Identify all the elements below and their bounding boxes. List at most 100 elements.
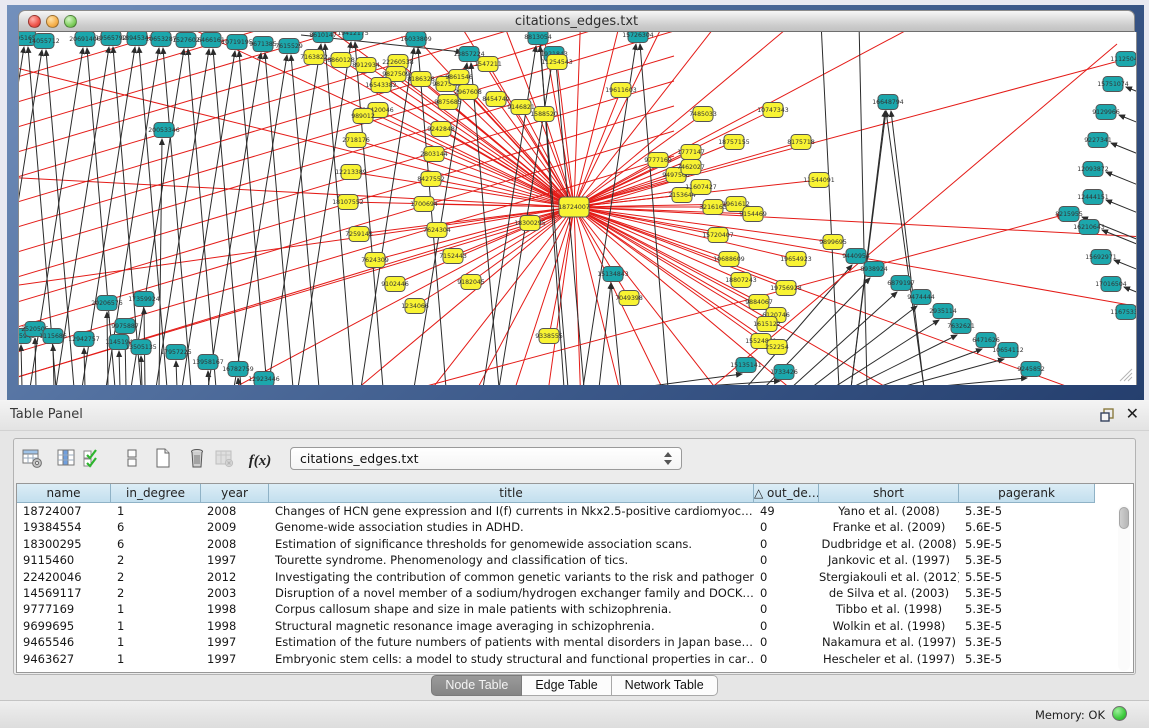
table-cell[interactable]: Estimation of the future numbers of pati… [269,634,754,650]
table-cell[interactable]: 1998 [201,618,269,634]
table-cell[interactable]: Estimation of significance thresholds fo… [269,536,754,552]
graph-node[interactable]: 1700694 [410,197,438,212]
table-cell[interactable]: 2008 [201,536,269,552]
graph-node[interactable]: 16033809 [400,32,432,47]
graph-node[interactable]: 9474444 [907,290,935,305]
table-row[interactable]: 1456911722003Disruption of a novel membe… [17,585,1133,601]
graph-node[interactable]: 989012 [351,109,375,124]
tab-node-table[interactable]: Node Table [431,675,522,696]
table-cell[interactable]: 1 [111,634,201,650]
table-cell[interactable]: 9463627 [17,651,111,667]
graph-node[interactable]: 10688609 [713,252,745,267]
table-scrollbar-thumb[interactable] [1119,507,1129,529]
graph-node[interactable]: 8938924 [860,262,888,277]
graph-node[interactable]: 9777169 [644,153,672,168]
graph-node[interactable]: 12093872 [1077,162,1109,177]
graph-node[interactable]: 7152443 [439,249,467,264]
graph-node[interactable]: 1234066 [401,299,429,314]
graph-node[interactable]: 1588520 [530,107,558,122]
graph-node[interactable]: 8454749 [482,92,510,107]
graph-node[interactable]: 9899695 [819,235,847,250]
graph-node[interactable]: 8175718 [787,135,815,150]
table-cell[interactable]: 19384554 [17,519,111,535]
graph-node[interactable]: 15135141 [730,358,762,373]
table-cell[interactable]: 0 [754,618,819,634]
table-cell[interactable]: Nakamura et al. (1997) [819,634,959,650]
graph-node[interactable]: 7485033 [689,107,717,122]
table-cell[interactable]: Changes of HCN gene expression and I(f) … [269,503,754,519]
close-panel-icon[interactable]: ✕ [1126,404,1139,424]
table-cell[interactable]: Yano et al. (2008) [819,503,959,519]
column-header-out_de[interactable]: △ out_de… [754,484,819,503]
graph-node[interactable]: 8610147 [309,32,337,43]
graph-node[interactable]: 7259145 [345,227,373,242]
table-cell[interactable]: 22420046 [17,569,111,585]
graph-node[interactable]: 1777147 [677,145,705,160]
graph-node[interactable]: 9975887 [111,319,139,334]
table-row[interactable]: 946554611997Estimation of the future num… [17,634,1133,650]
graph-node[interactable]: 15720407 [702,228,734,243]
float-window-icon[interactable] [1099,407,1115,423]
graph-node[interactable]: 1115686 [39,329,67,344]
graph-node[interactable]: 7632621 [947,319,975,334]
graph-node[interactable]: 12942757 [68,332,100,347]
table-cell[interactable]: 1997 [201,552,269,568]
graph-node[interactable]: 2718176 [342,133,370,148]
table-cell[interactable]: 0 [754,651,819,667]
table-cell[interactable]: 1998 [201,601,269,617]
graph-node[interactable]: 1527602 [172,33,200,48]
graph-node[interactable]: 9154469 [739,207,767,222]
table-cell[interactable]: 2 [111,552,201,568]
graph-node[interactable]: 7624309 [361,253,389,268]
graph-node[interactable]: 9671385 [249,37,277,52]
graph-node[interactable]: 9227341 [1084,133,1112,148]
table-cell[interactable]: 18300295 [17,536,111,552]
table-cell[interactable]: 1997 [201,634,269,650]
table-cell[interactable]: 9777169 [17,601,111,617]
table-cell[interactable]: 5.5E-5 [959,569,1095,585]
table-cell[interactable]: 9699695 [17,618,111,634]
table-cell[interactable]: Disruption of a novel member of a sodium… [269,585,754,601]
table-cell[interactable]: 2012 [201,569,269,585]
table-cell[interactable]: 5.6E-5 [959,519,1095,535]
graph-node[interactable]: 9102446 [381,277,409,292]
graph-node[interactable]: 12444151 [1077,190,1109,205]
graph-node[interactable]: 9861546 [445,70,473,85]
graph-node[interactable]: 15134843 [597,267,629,282]
graph-node[interactable]: 1547211 [474,57,502,72]
table-row[interactable]: 2242004622012Investigating the contribut… [17,569,1133,585]
table-cell[interactable]: 5.3E-5 [959,585,1095,601]
delete-table-icon[interactable] [211,446,237,472]
graph-node[interactable]: 9875685 [434,95,462,110]
table-cell[interactable]: 14569117 [17,585,111,601]
graph-node[interactable]: 17016504 [1095,277,1127,292]
table-cell[interactable]: Corpus callosum shape and size in male p… [269,601,754,617]
table-cell[interactable]: 0 [754,634,819,650]
graph-node[interactable]: 6471626 [972,333,1000,348]
table-cell[interactable]: Embryonic stem cells: a model to study s… [269,651,754,667]
column-header-pagerank[interactable]: pagerank [959,484,1095,503]
table-cell[interactable]: 9115460 [17,552,111,568]
network-canvas[interactable]: 2051656140557122069140619565792189453421… [18,32,1137,385]
graph-node[interactable]: 7462027 [677,160,705,175]
table-cell[interactable]: 6 [111,536,201,552]
table-row[interactable]: 911546021997Tourette syndrome. Phenomeno… [17,552,1133,568]
row-height-icon[interactable] [119,446,145,472]
function-builder-icon[interactable]: f(x) [247,448,273,474]
graph-node[interactable]: 11544091 [803,173,835,188]
table-scrollbar[interactable] [1118,505,1130,671]
graph-node[interactable]: 9182045 [457,275,485,290]
graph-node[interactable]: 6879197 [887,276,915,291]
graph-node[interactable]: 7049398 [615,291,643,306]
table-cell[interactable]: Wolkin et al. (1998) [819,618,959,634]
graph-node[interactable]: 2967608 [454,85,482,100]
graph-node[interactable]: 18300295 [514,216,546,231]
table-row[interactable]: 1830029562008Estimation of significance … [17,536,1133,552]
table-cell[interactable]: Tibbo et al. (1998) [819,601,959,617]
graph-node[interactable]: 10719195 [221,35,253,50]
graph-node[interactable]: 19756928 [770,281,802,296]
show-columns-icon[interactable] [53,446,79,472]
table-cell[interactable]: 2 [111,569,201,585]
table-cell[interactable]: 2009 [201,519,269,535]
table-cell[interactable]: 2003 [201,585,269,601]
